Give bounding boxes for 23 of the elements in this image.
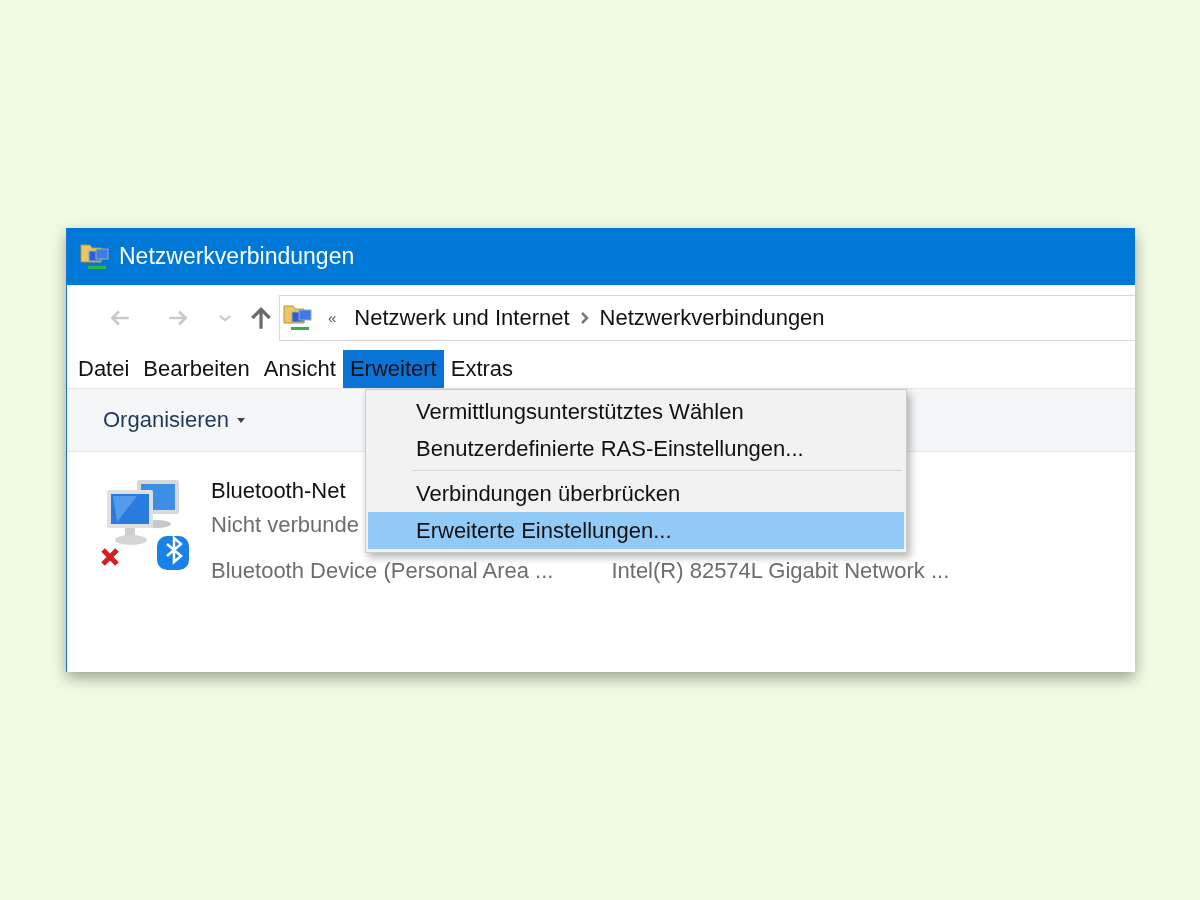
caret-icon[interactable] [236, 417, 245, 423]
menu-item[interactable]: Bearbeiten [136, 350, 257, 388]
computers-icon[interactable] [107, 480, 179, 545]
menu-item[interactable]: Benutzerdefinierte RAS-Einstellungen... [368, 430, 904, 467]
connection-name: Bluetooth-Net [211, 477, 346, 505]
address-bar[interactable]: « Netzwerk und Internet Netzwerkverbindungen [279, 294, 1135, 341]
connection-status: Nicht verbunde [211, 511, 359, 539]
organize-button[interactable]: Organisieren [103, 407, 245, 433]
menu-item[interactable]: Erweitert [342, 350, 444, 388]
breadcrumb[interactable]: Netzwerk und Internet [354, 304, 570, 331]
menu-item[interactable]: Verbindungen überbrücken [368, 475, 904, 512]
window-title: Netzwerkverbindungen [119, 243, 355, 270]
menu-item[interactable]: Vermittlungsunterstütztes Wählen [368, 393, 904, 430]
connection-device: Bluetooth Device (Personal Area ... [211, 557, 554, 585]
menu-item[interactable]: Datei [71, 350, 137, 388]
menu-item[interactable]: Ansicht [256, 350, 343, 388]
breadcrumb[interactable]: Netzwerkverbindungen [599, 304, 825, 331]
menu-item[interactable]: Extras [443, 350, 521, 388]
breadcrumb-chevron-icon[interactable] [579, 310, 590, 325]
overflow-chevron[interactable]: « [324, 309, 345, 326]
menu-item[interactable]: Erweiterte Einstellungen... [368, 512, 904, 549]
connection-device: Intel(R) 82574L Gigabit Network ... [611, 557, 950, 585]
bluetooth-icon [157, 535, 189, 570]
